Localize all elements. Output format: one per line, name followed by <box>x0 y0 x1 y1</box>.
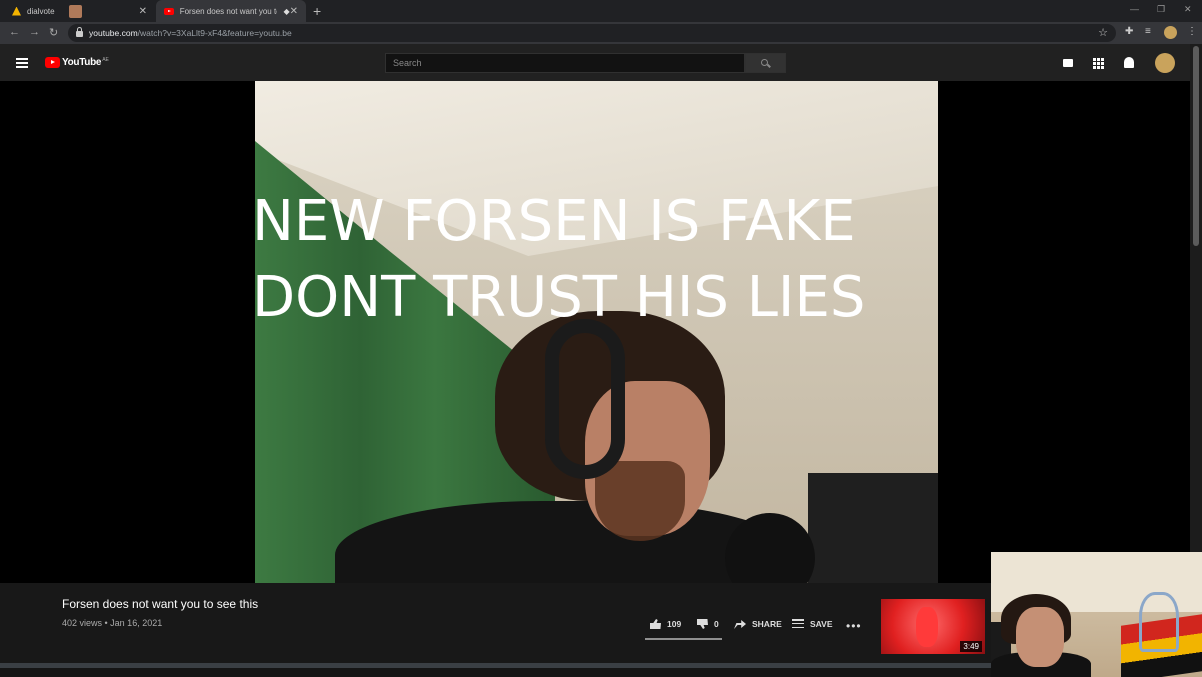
duration-badge: 3:49 <box>960 641 982 652</box>
save-label: SAVE <box>810 619 833 629</box>
notifications-bell-icon[interactable] <box>1124 57 1134 68</box>
minimize-icon[interactable]: — <box>1130 4 1139 14</box>
like-ratio-bar <box>645 638 722 640</box>
playlist-add-icon <box>792 619 804 629</box>
back-arrow-icon[interactable]: ← <box>9 26 20 38</box>
avatar-icon <box>68 4 82 18</box>
browser-toolbar: ← → ↻ youtube.com /watch?v=3XaLlt9-xF4&f… <box>0 22 1202 44</box>
close-window-icon[interactable]: ✕ <box>1184 4 1192 15</box>
like-button[interactable]: 109 <box>650 619 681 629</box>
address-bar[interactable]: youtube.com /watch?v=3XaLlt9-xF4&feature… <box>68 24 1116 42</box>
apps-grid-icon[interactable] <box>1093 58 1104 69</box>
caption-line-2: DONT TRUST HIS LIES <box>252 265 866 330</box>
video-meta: 402 views • Jan 16, 2021 <box>62 618 163 628</box>
dislike-button[interactable]: 0 <box>697 619 719 629</box>
like-count: 109 <box>667 619 682 629</box>
webcam-trophy <box>1139 592 1179 652</box>
warning-icon <box>12 6 21 16</box>
account-avatar[interactable] <box>1155 53 1175 73</box>
forward-arrow-icon[interactable]: → <box>29 26 40 38</box>
tab-title: dialvote <box>27 6 55 16</box>
profile-avatar-icon[interactable] <box>1164 26 1177 39</box>
webcam-face <box>1016 607 1064 667</box>
youtube-favicon-icon <box>164 7 174 15</box>
restore-icon[interactable]: ❐ <box>1157 4 1165 15</box>
caption-line-1: NEW FORSEN IS FAKE <box>252 189 856 254</box>
tab-youtube[interactable]: Forsen does not want you to ◆ ✕ <box>156 0 306 22</box>
thumbnail-figure <box>916 607 938 647</box>
menu-kebab-icon[interactable]: ⋮ <box>1187 26 1197 37</box>
save-button[interactable]: SAVE <box>792 619 833 629</box>
extensions-puzzle-icon[interactable]: ✚ <box>1125 26 1133 37</box>
video-caption-overlay: NEW FORSEN IS FAKE DONT TRUST HIS LIES <box>252 184 952 336</box>
new-tab-button[interactable]: + <box>313 3 321 19</box>
url-host: youtube.com <box>89 28 138 38</box>
share-button[interactable]: SHARE <box>734 619 782 629</box>
youtube-logo[interactable]: YouTube AE <box>45 57 109 68</box>
tab-title: Forsen does not want you to <box>179 6 278 16</box>
logo-text: YouTube <box>62 57 102 68</box>
browser-tab-strip: dialvote ✕ Forsen does not want you to ◆… <box>0 0 1202 22</box>
video-title: Forsen does not want you to see this <box>62 597 259 611</box>
more-actions-button[interactable]: ••• <box>846 619 862 633</box>
share-label: SHARE <box>752 619 782 629</box>
video-scene-beard <box>595 461 685 541</box>
search-button[interactable] <box>745 53 786 73</box>
lock-icon <box>76 27 83 37</box>
share-icon <box>734 620 746 629</box>
video-scene-headphones <box>545 319 625 479</box>
video-scene-foam <box>808 473 938 583</box>
thumbs-up-icon <box>650 619 661 629</box>
bookmark-star-icon[interactable]: ☆ <box>1098 26 1108 39</box>
close-icon[interactable]: ✕ <box>290 6 298 17</box>
recommended-video-thumbnail[interactable]: 3:49 <box>881 599 985 654</box>
search-input[interactable]: Search <box>385 53 745 73</box>
close-icon[interactable]: ✕ <box>139 6 147 17</box>
reload-icon[interactable]: ↻ <box>49 26 58 39</box>
tab-dialvote[interactable]: dialvote ✕ <box>0 0 155 22</box>
youtube-header: YouTube AE Search <box>0 44 1190 81</box>
url-path: /watch?v=3XaLlt9-xF4&feature=youtu.be <box>137 28 292 38</box>
dislike-count: 0 <box>714 619 719 629</box>
thumbs-down-icon <box>697 619 708 629</box>
hamburger-menu-icon[interactable] <box>16 58 28 70</box>
scrollbar-thumb[interactable] <box>1193 46 1199 246</box>
webcam-overlay <box>991 552 1202 677</box>
search-icon <box>761 59 768 66</box>
youtube-play-icon <box>45 57 60 68</box>
country-code: AE <box>102 56 109 63</box>
media-control-icon[interactable]: ≡ <box>1145 26 1151 37</box>
create-video-icon[interactable] <box>1063 59 1073 67</box>
